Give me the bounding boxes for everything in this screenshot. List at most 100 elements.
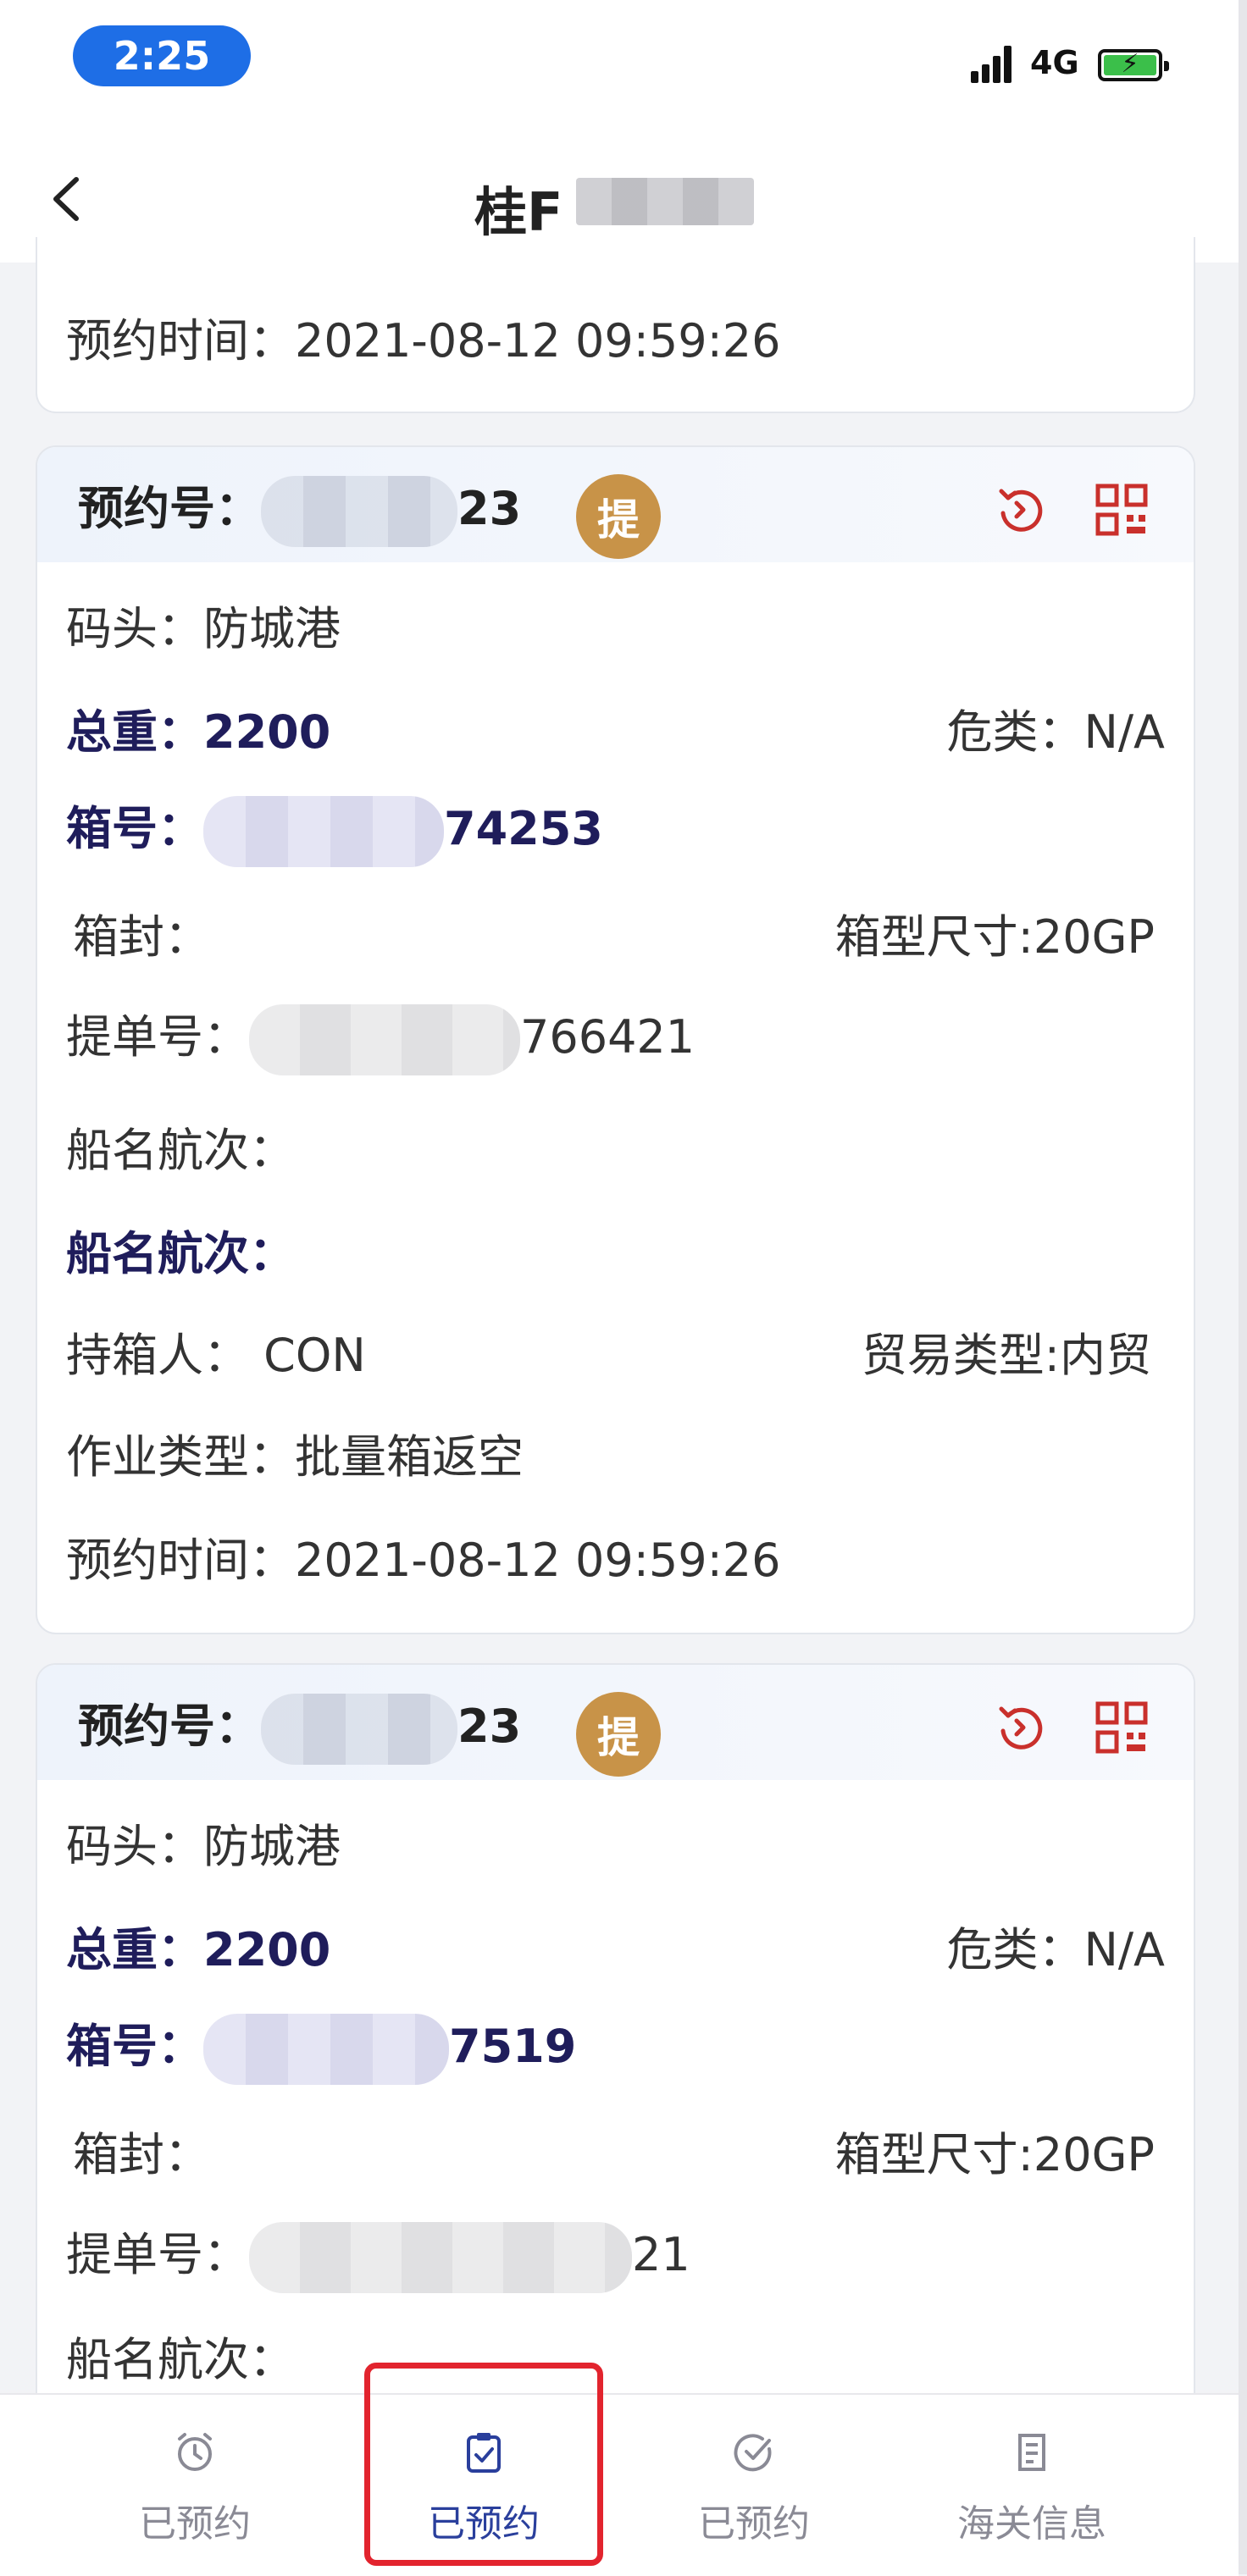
bill-of-lading-suffix: 766421 — [520, 1010, 696, 1064]
clipboard-check-icon — [467, 2433, 501, 2473]
seal-label: 箱封： — [73, 2128, 210, 2181]
redacted-reservation-number — [261, 1694, 457, 1766]
hazard-value: N/A — [1084, 1923, 1165, 1976]
container-size-label: 箱型尺寸: — [834, 910, 1034, 964]
tab-reserved-2[interactable]: 已预约 — [344, 2395, 624, 2576]
container-suffix: 7519 — [449, 2020, 577, 2073]
status-bar: 2:25 4G ⚡ — [0, 0, 1239, 135]
vessel-voyage-row-bold: 船名航次： — [66, 1216, 295, 1283]
redacted-container-number — [203, 2014, 449, 2086]
box-holder-row: 持箱人： CON — [66, 1318, 366, 1385]
container-size-row: 箱型尺寸:20GP — [835, 899, 1155, 966]
page-title: 桂F — [474, 181, 563, 243]
reservation-time-label: 预约时间： — [66, 1534, 295, 1587]
tab-label: 已预约 — [428, 2502, 540, 2546]
redacted-container-number — [203, 796, 444, 868]
card-header: 预约号： 23 提 — [37, 447, 1194, 562]
reservation-number-suffix: 23 — [457, 1700, 522, 1753]
signal-icon — [971, 44, 1020, 83]
vessel-voyage-row: 船名航次： — [66, 2322, 295, 2389]
weight-value: 2200 — [203, 705, 331, 759]
redacted-bill-of-lading — [249, 2222, 632, 2294]
seal-row: 箱封： — [73, 2117, 210, 2184]
pickup-badge: 提 — [576, 1692, 661, 1777]
scroll-edge — [1239, 0, 1247, 2574]
terminal-value: 防城港 — [203, 1820, 341, 1873]
weight-row: 总重：2200 — [66, 694, 330, 761]
tab-reserved-1[interactable]: 已预约 — [55, 2395, 335, 2576]
redacted-plate — [576, 178, 754, 225]
back-arrow-icon[interactable] — [42, 169, 93, 229]
vessel-voyage-row: 船名航次： — [66, 1113, 295, 1180]
container-size-value: 20GP — [1033, 2128, 1155, 2181]
box-holder-label: 持箱人： — [66, 1329, 249, 1382]
container-size-label: 箱型尺寸: — [834, 2128, 1034, 2181]
tab-customs-info[interactable]: 海关信息 — [892, 2395, 1172, 2576]
hazard-row: 危类：N/A — [946, 1912, 1165, 1979]
alarm-clock-icon — [178, 2433, 212, 2471]
operation-type-row: 作业类型：批量箱返空 — [66, 1419, 524, 1486]
reservation-card[interactable]: 预约号： 23 提 码头：防城港 总重：2200 危类：N/A 箱号： 7519 — [36, 1663, 1195, 2429]
reservation-number-label: 预约号： — [78, 1700, 261, 1753]
tab-label: 已预约 — [139, 2502, 251, 2546]
terminal-row: 码头：防城港 — [66, 591, 341, 658]
container-label: 箱号： — [66, 2020, 203, 2073]
operation-type-label: 作业类型： — [66, 1430, 295, 1484]
tab-label: 已预约 — [698, 2502, 810, 2546]
weight-label: 总重： — [66, 705, 203, 759]
reservation-time-row: 预约时间：2021-08-12 09:59:26 — [66, 303, 781, 370]
reservation-number-label: 预约号： — [78, 482, 261, 535]
status-time: 2:25 — [73, 25, 251, 86]
hazard-value: N/A — [1084, 705, 1165, 759]
vessel-voyage-label-bold: 船名航次： — [66, 1227, 295, 1280]
battery-icon: ⚡ — [1098, 49, 1169, 81]
reservation-time-value: 2021-08-12 09:59:26 — [295, 314, 781, 368]
reservation-time-row: 预约时间：2021-08-12 09:59:26 — [66, 1523, 781, 1589]
container-size-value: 20GP — [1033, 910, 1155, 964]
document-icon — [1018, 2434, 1045, 2471]
tab-label: 海关信息 — [957, 2502, 1106, 2546]
hazard-label: 危类： — [946, 705, 1084, 759]
hazard-row: 危类：N/A — [946, 694, 1165, 761]
redacted-bill-of-lading — [249, 1004, 520, 1076]
check-circle-icon — [734, 2434, 772, 2472]
trade-type-row: 贸易类型:内贸 — [862, 1318, 1151, 1385]
card-header: 预约号： 23 提 — [37, 1665, 1194, 1780]
container-suffix: 74253 — [444, 802, 603, 855]
reservation-card-partial[interactable]: 预约时间：2021-08-12 09:59:26 — [36, 237, 1195, 413]
bill-of-lading-row: 提单号： 766421 — [66, 999, 696, 1076]
reservation-number-suffix: 23 — [457, 482, 522, 535]
reservation-time-value: 2021-08-12 09:59:26 — [295, 1534, 781, 1587]
bill-of-lading-row: 提单号： 21 — [66, 2217, 690, 2294]
bottom-tab-bar: 已预约 已预约 已预约 海关信息 — [0, 2393, 1239, 2576]
bill-of-lading-label: 提单号： — [66, 2228, 249, 2281]
vessel-voyage-label: 船名航次： — [66, 1124, 295, 1177]
refresh-icon[interactable] — [993, 1700, 1047, 1755]
reservation-number-row: 预约号： 23 — [78, 471, 522, 548]
weight-value: 2200 — [203, 1923, 331, 1976]
refresh-icon[interactable] — [993, 483, 1047, 537]
weight-label: 总重： — [66, 1923, 203, 1976]
reservation-number-row: 预约号： 23 — [78, 1689, 522, 1766]
tab-reserved-3[interactable]: 已预约 — [614, 2395, 894, 2576]
terminal-row: 码头：防城港 — [66, 1809, 341, 1876]
trade-type-label: 贸易类型: — [861, 1329, 1060, 1382]
bill-of-lading-suffix: 21 — [632, 2228, 690, 2281]
network-type: 4G — [1030, 44, 1079, 81]
redacted-reservation-number — [261, 476, 457, 548]
container-label: 箱号： — [66, 802, 203, 855]
terminal-value: 防城港 — [203, 602, 341, 655]
vessel-voyage-label: 船名航次： — [66, 2333, 295, 2386]
weight-row: 总重：2200 — [66, 1912, 330, 1979]
terminal-label: 码头： — [66, 602, 203, 655]
qr-code-icon[interactable] — [1095, 483, 1149, 537]
seal-row: 箱封： — [73, 899, 210, 966]
container-size-row: 箱型尺寸:20GP — [835, 2117, 1155, 2184]
pickup-badge: 提 — [576, 474, 661, 559]
box-holder-value: CON — [263, 1329, 366, 1382]
bill-of-lading-label: 提单号： — [66, 1010, 249, 1064]
container-row: 箱号： 74253 — [66, 791, 603, 868]
reservation-card[interactable]: 预约号： 23 提 码头：防城港 总重：2200 危类：N/A 箱号： 74253 — [36, 445, 1195, 1634]
qr-code-icon[interactable] — [1095, 1700, 1149, 1755]
terminal-label: 码头： — [66, 1820, 203, 1873]
